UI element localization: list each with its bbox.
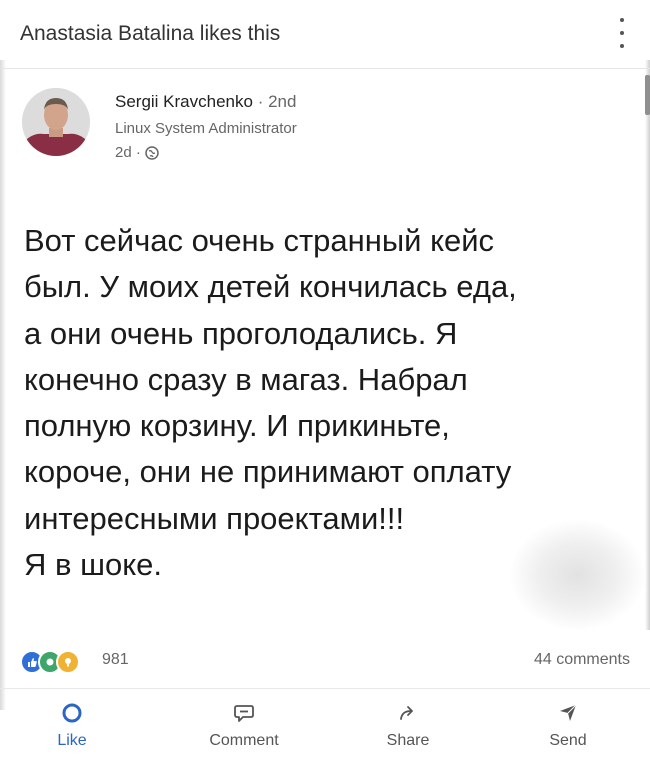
send-label: Send (549, 732, 587, 749)
paper-plane-icon (560, 704, 577, 721)
thumbs-up-icon (62, 703, 82, 723)
activity-header: Anastasia Batalina likes this (0, 0, 650, 69)
left-edge-shadow (0, 60, 6, 710)
comment-label: Comment (209, 732, 279, 749)
send-button[interactable]: Send (508, 696, 628, 760)
share-arrow-icon (400, 706, 413, 720)
insightful-reaction-icon (56, 650, 80, 674)
author-headline: Linux System Administrator (115, 120, 297, 137)
connection-degree: · 2nd (257, 92, 297, 111)
like-button[interactable]: Like (12, 696, 132, 760)
social-counts: 981 44 comments (20, 648, 630, 674)
speech-bubble-icon (234, 705, 254, 722)
like-label: Like (57, 732, 87, 749)
reaction-count[interactable]: 981 (102, 651, 129, 669)
post-text-line: короче, они не принимают оплату (24, 454, 512, 490)
comment-button[interactable]: Comment (184, 696, 304, 760)
share-button[interactable]: Share (348, 696, 468, 760)
linkedin-feed-post: Anastasia Batalina likes this Sergii Kra… (0, 0, 650, 774)
globe-icon (145, 145, 159, 160)
blurred-area (510, 520, 645, 630)
more-vertical-icon[interactable] (614, 16, 630, 50)
menu-dot (620, 44, 624, 48)
post-action-bar: Like Comment Share Send (0, 696, 650, 760)
post-text-line: был. У моих детей кончилась еда, (24, 269, 517, 305)
post-timestamp-row: 2d · (115, 144, 159, 161)
avatar[interactable] (22, 88, 90, 156)
post-text-line: конечно сразу в магаз. Набрал (24, 361, 468, 397)
share-label: Share (386, 732, 430, 749)
right-edge-shadow (645, 60, 650, 630)
post-text-line: полную корзину. И прикиньте, (24, 408, 450, 444)
menu-dot (620, 31, 624, 35)
post-time: 2d · (115, 144, 141, 161)
scrollbar-thumb[interactable] (645, 75, 650, 115)
menu-dot (620, 18, 624, 22)
post-text-line: Вот сейчас очень странный кейс (24, 223, 495, 258)
post-text-line: а они очень проголодались. Я (24, 315, 458, 351)
author-name-row[interactable]: Sergii Kravchenko · 2nd (115, 92, 296, 112)
activity-text: Anastasia Batalina likes this (20, 22, 281, 45)
divider (0, 688, 650, 689)
avatar-portrait (22, 88, 90, 156)
post-author: Sergii Kravchenko · 2nd Linux System Adm… (22, 88, 622, 168)
reaction-icons[interactable] (20, 650, 80, 674)
author-name[interactable]: Sergii Kravchenko (115, 92, 253, 111)
comments-count[interactable]: 44 comments (534, 651, 630, 669)
